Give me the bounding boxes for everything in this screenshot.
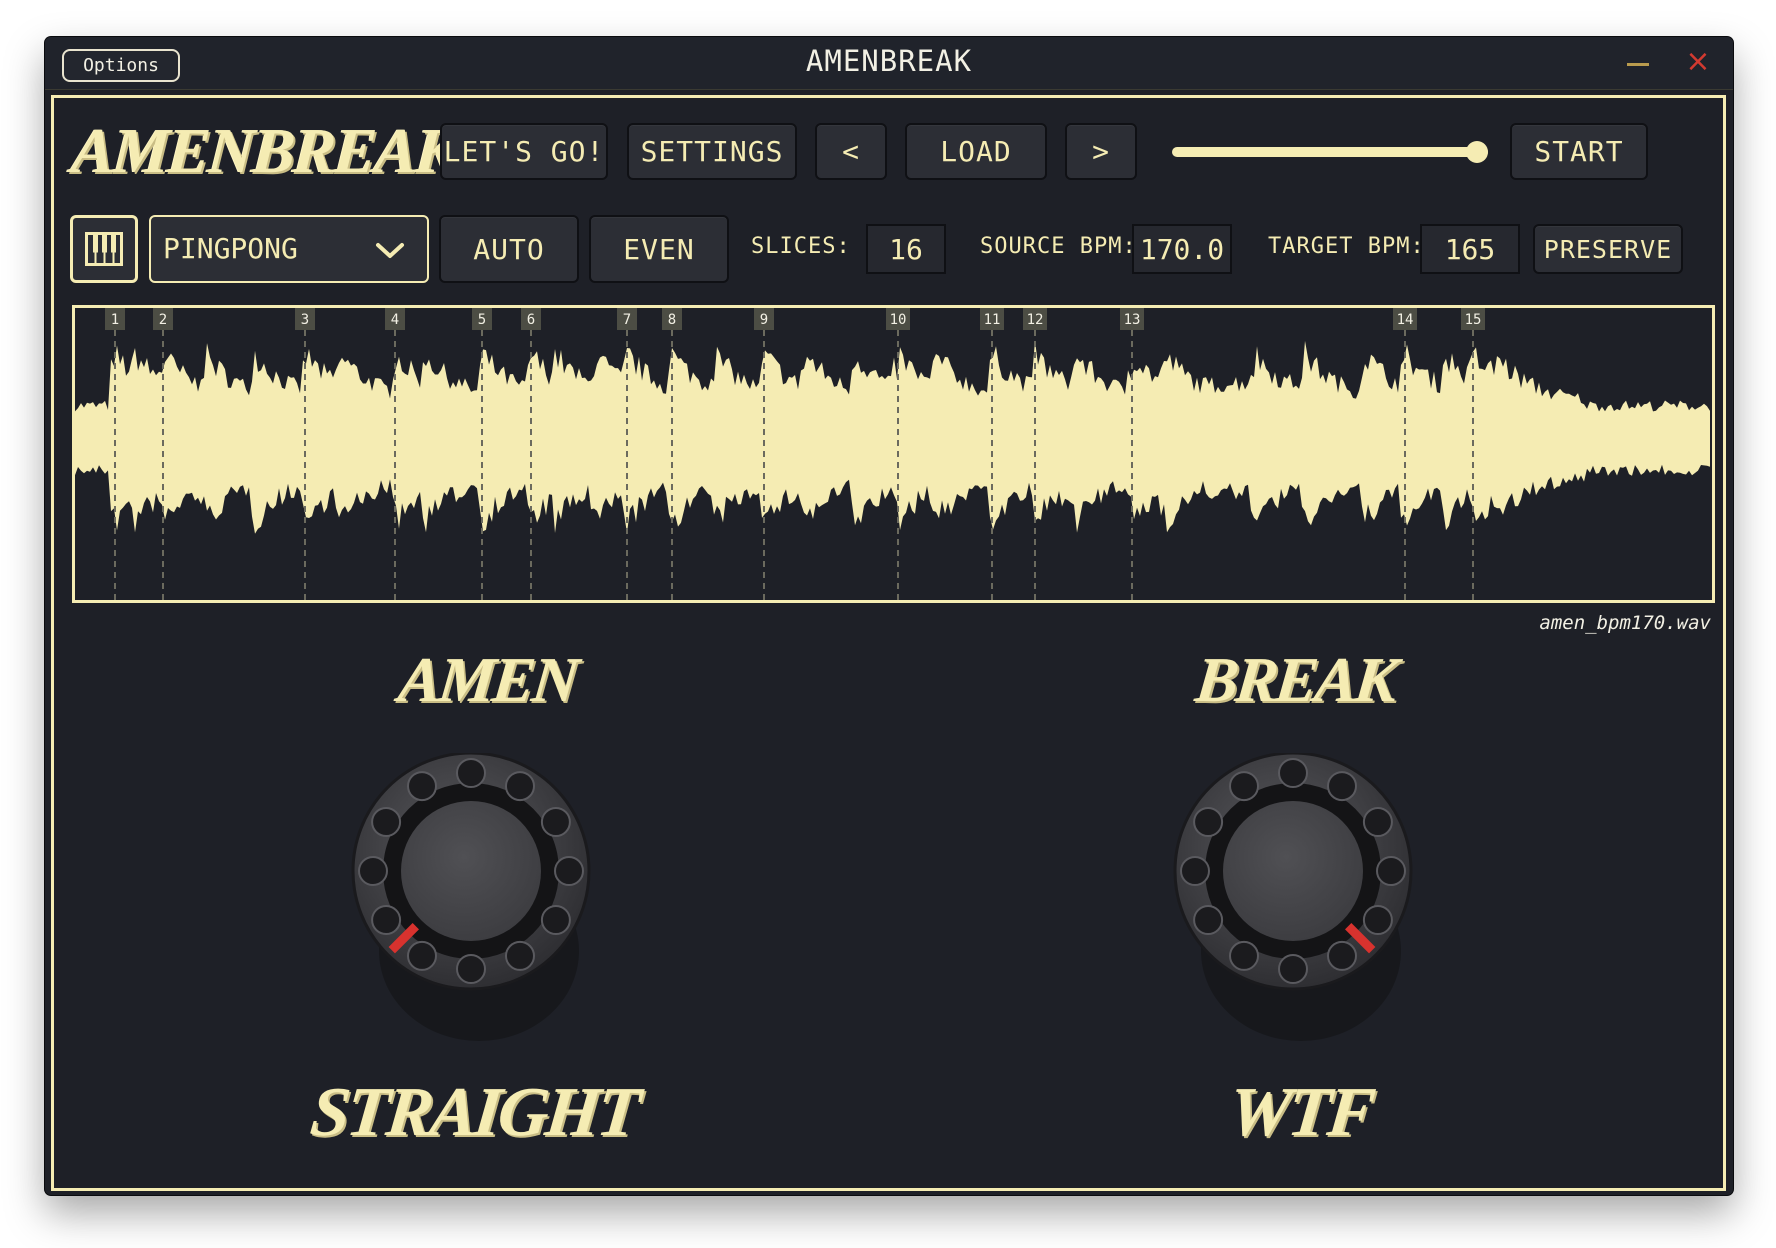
break-knob[interactable]: [1163, 753, 1423, 1053]
slice-marker-label: 10: [890, 312, 907, 328]
knob-notch: [371, 807, 402, 837]
slider-track: [1172, 147, 1488, 157]
knob-notch: [505, 940, 535, 971]
slice-marker-label: 14: [1397, 312, 1414, 328]
slice-marker-label: 4: [391, 312, 399, 328]
preserve-button[interactable]: PRESERVE: [1533, 224, 1683, 274]
knob-notch: [1180, 856, 1210, 886]
knob-notch: [456, 954, 486, 984]
knob-notch: [407, 940, 437, 971]
knob-notch: [505, 771, 535, 802]
knob-notch: [407, 771, 437, 802]
main-panel: AMENBREAK LET'S GO! SETTINGS < LOAD > ST…: [51, 95, 1726, 1191]
app-window: Options AMENBREAK × AMENBREAK LET'S GO! …: [45, 37, 1733, 1195]
straight-label: STRAIGHT: [307, 1074, 642, 1151]
slice-marker-label: 1: [111, 312, 119, 328]
slider-thumb[interactable]: [1466, 141, 1488, 163]
slice-marker-label: 5: [478, 312, 486, 328]
slices-label: SLICES:: [751, 234, 851, 259]
knob-notch: [1327, 771, 1357, 802]
start-button[interactable]: START: [1510, 123, 1648, 180]
break-label: BREAK: [1192, 644, 1399, 715]
prev-button[interactable]: <: [815, 123, 887, 180]
waveform-shape: [75, 340, 1710, 534]
knob-notch: [456, 758, 486, 788]
knob-notch: [1278, 954, 1308, 984]
knob-cap: [401, 801, 541, 941]
auto-button[interactable]: AUTO: [439, 215, 579, 283]
slice-marker-label: 15: [1465, 312, 1482, 328]
mode-select[interactable]: PINGPONG: [149, 215, 429, 283]
volume-slider[interactable]: [1172, 140, 1488, 164]
window-title: AMENBREAK: [805, 44, 973, 78]
slice-marker-label: 2: [159, 312, 167, 328]
knob-notch: [1193, 807, 1224, 837]
knob-notch: [1362, 905, 1393, 935]
target-bpm-label: TARGET BPM:: [1268, 234, 1425, 259]
slice-marker-label: 6: [527, 312, 535, 328]
slice-marker-label: 11: [984, 312, 1001, 328]
knob-notch: [1376, 856, 1406, 886]
knob-notch: [358, 856, 388, 886]
knob-notch: [1362, 807, 1393, 837]
load-button[interactable]: LOAD: [905, 123, 1047, 180]
knob-notch: [1327, 940, 1357, 971]
settings-button[interactable]: SETTINGS: [627, 123, 797, 180]
knob-notch: [1229, 771, 1259, 802]
title-bar: Options AMENBREAK ×: [45, 37, 1733, 90]
source-bpm-label: SOURCE BPM:: [980, 234, 1137, 259]
logo: AMENBREAK: [69, 115, 459, 186]
knob-notch: [1193, 905, 1224, 935]
knob-notch: [540, 905, 571, 935]
slice-marker-label: 9: [760, 312, 768, 328]
slice-marker-label: 12: [1027, 312, 1044, 328]
close-icon[interactable]: ×: [1685, 47, 1711, 77]
knob-notch: [371, 905, 402, 935]
chevron-down-icon: [376, 243, 404, 258]
lets-go-button[interactable]: LET'S GO!: [440, 123, 608, 180]
knob-notch: [1229, 940, 1259, 971]
amen-label: AMEN: [395, 644, 580, 715]
piano-keys-icon: [85, 232, 123, 266]
knob-notch: [554, 856, 584, 886]
slices-input[interactable]: 16: [866, 224, 946, 274]
mode-select-value: PINGPONG: [163, 232, 298, 265]
slice-marker-label: 8: [668, 312, 676, 328]
next-button[interactable]: >: [1065, 123, 1137, 180]
amen-knob[interactable]: [341, 753, 601, 1053]
knob-notch: [540, 807, 571, 837]
knob-cap: [1223, 801, 1363, 941]
minimize-icon[interactable]: [1627, 63, 1649, 66]
slice-marker-label: 13: [1124, 312, 1141, 328]
waveform-display[interactable]: 1 2 3 4 5 6 7 8 9 10 11 12 13 14 15: [72, 305, 1715, 603]
slice-marker-label: 7: [623, 312, 631, 328]
waveform-graph: 1 2 3 4 5 6 7 8 9 10 11 12 13 14 15: [75, 308, 1710, 600]
source-bpm-input[interactable]: 170.0: [1132, 224, 1232, 274]
keyboard-toggle-button[interactable]: [70, 215, 138, 283]
wtf-label: WTF: [1225, 1074, 1376, 1151]
knob-notch: [1278, 758, 1308, 788]
slice-marker-label: 3: [301, 312, 309, 328]
file-name: amen_bpm170.wav: [1539, 612, 1711, 634]
even-button[interactable]: EVEN: [589, 215, 729, 283]
target-bpm-input[interactable]: 165: [1420, 224, 1520, 274]
